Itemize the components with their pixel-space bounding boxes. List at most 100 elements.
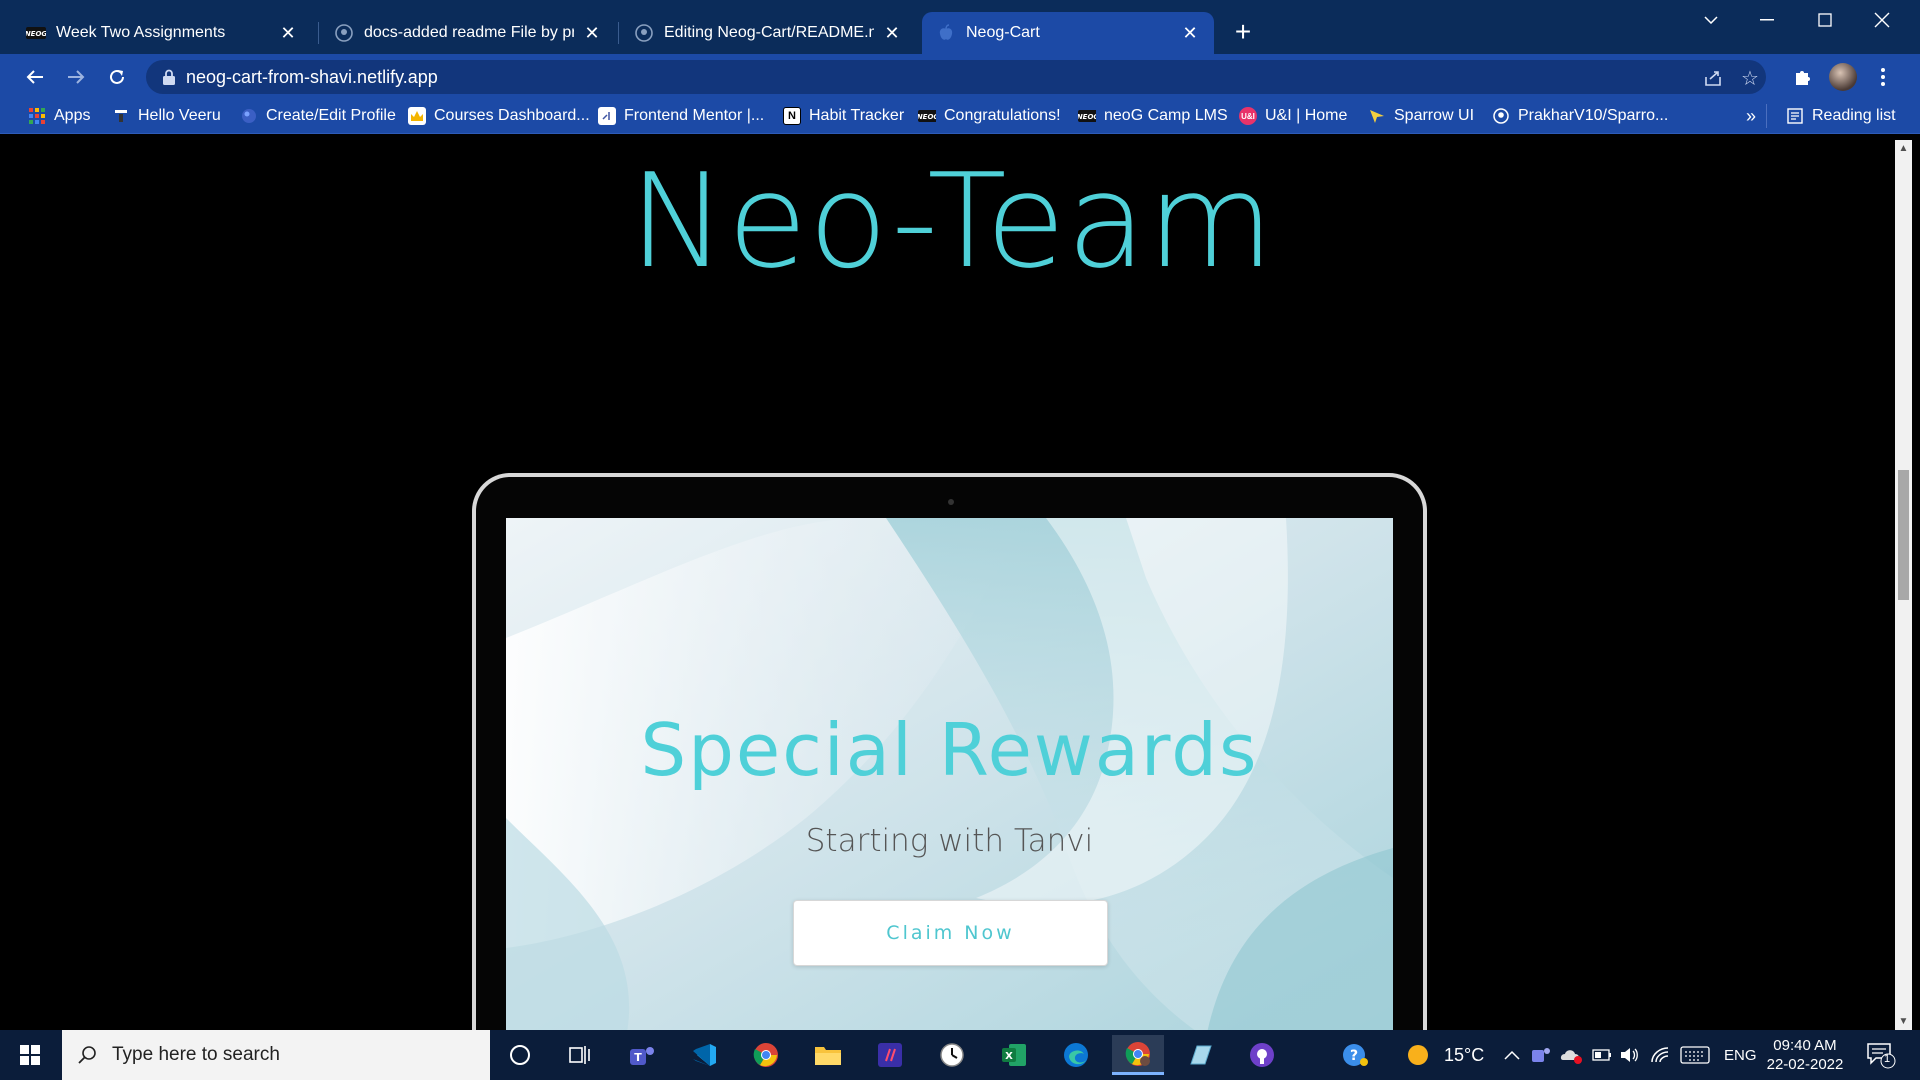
excel-icon[interactable]: X: [988, 1035, 1040, 1075]
bookmark-neog-camp-lms[interactable]: NEOG neoG Camp LMS: [1078, 105, 1228, 127]
address-bar[interactable]: neog-cart-from-shavi.netlify.app ☆: [146, 60, 1766, 94]
vscode-icon[interactable]: [678, 1035, 730, 1075]
snipping-tool-icon[interactable]: [1174, 1035, 1226, 1075]
github-desktop-icon[interactable]: [1236, 1035, 1288, 1075]
tab-search-chevron-icon[interactable]: [1691, 6, 1731, 34]
page-scrollbar[interactable]: ▲ ▼: [1895, 140, 1912, 1030]
tab-separator: [618, 22, 619, 44]
keyboard-icon[interactable]: [1680, 1030, 1710, 1080]
kebab-menu-icon[interactable]: [1868, 62, 1898, 92]
scroll-thumb[interactable]: [1898, 470, 1909, 600]
notification-count: 1: [1884, 1053, 1891, 1065]
svg-text:NEOG: NEOG: [918, 113, 936, 121]
lock-icon: [163, 69, 175, 85]
close-window-button[interactable]: [1862, 6, 1902, 34]
weather-temperature[interactable]: 15°C: [1444, 1030, 1484, 1080]
github-icon: [634, 23, 654, 43]
tab-week-two-assignments[interactable]: NEOG Week Two Assignments ✕: [12, 12, 312, 54]
scroll-down-arrow-icon[interactable]: ▼: [1895, 1013, 1912, 1030]
tab-docs-readme[interactable]: docs-added readme File by prath ✕: [320, 12, 616, 54]
help-icon[interactable]: ?: [1342, 1030, 1370, 1080]
taskbar-search-box[interactable]: Type here to search: [62, 1030, 490, 1080]
bookmark-apps[interactable]: Apps: [28, 105, 90, 127]
bookmark-habit-tracker[interactable]: N Habit Tracker: [783, 105, 904, 127]
edge-icon[interactable]: [1050, 1035, 1102, 1075]
chrome-icon[interactable]: [740, 1035, 792, 1075]
globe-icon: [240, 107, 258, 125]
wifi-icon[interactable]: [1650, 1030, 1670, 1080]
bookmark-label: neoG Camp LMS: [1104, 107, 1228, 124]
reading-list-icon: [1786, 107, 1804, 125]
extensions-puzzle-icon[interactable]: [1788, 62, 1818, 92]
maximize-button[interactable]: [1805, 6, 1845, 34]
tab-neog-cart[interactable]: Neog-Cart ✕: [922, 12, 1214, 54]
minimize-button[interactable]: [1747, 6, 1787, 34]
rewards-heading: Special Rewards: [640, 708, 1259, 792]
bookmark-sparrow-ui[interactable]: Sparrow UI: [1368, 105, 1474, 127]
bookmark-label: Courses Dashboard...: [434, 107, 590, 124]
profile-avatar[interactable]: [1829, 63, 1857, 91]
teams-icon[interactable]: T: [616, 1035, 668, 1075]
close-tab-icon[interactable]: ✕: [1180, 23, 1200, 43]
bookmark-label: Hello Veeru: [138, 107, 221, 124]
volume-icon[interactable]: [1620, 1030, 1640, 1080]
notification-center-icon[interactable]: 1: [1866, 1040, 1896, 1070]
tab-separator: [318, 22, 319, 44]
frontend-mentor-icon: [598, 107, 616, 125]
rewards-subtitle: Starting with Tanvi: [805, 823, 1094, 859]
bookmark-courses-dashboard[interactable]: Courses Dashboard...: [408, 105, 590, 127]
bookmark-hello-veeru[interactable]: Hello Veeru: [112, 105, 221, 127]
tab-title: Neog-Cart: [966, 24, 1040, 41]
bookmark-label: Habit Tracker: [809, 107, 905, 124]
new-tab-button[interactable]: +: [1228, 18, 1258, 48]
bookmark-prakharv10-sparrow[interactable]: PrakharV10/Sparro...: [1492, 105, 1668, 127]
page-viewport: Neo-Team Special Rewards Starting with T…: [9, 140, 1895, 1030]
crown-icon: [408, 107, 426, 125]
bookmark-label: Create/Edit Profile: [266, 107, 396, 124]
task-view-icon[interactable]: [554, 1035, 606, 1075]
system-clock[interactable]: 09:40 AM 22-02-2022: [1760, 1036, 1850, 1074]
file-explorer-icon[interactable]: [802, 1035, 854, 1075]
bookmark-congratulations[interactable]: NEOG Congratulations!: [918, 105, 1061, 127]
browser-toolbar: neog-cart-from-shavi.netlify.app ☆: [0, 54, 1920, 98]
chrome-profile-icon[interactable]: [1112, 1035, 1164, 1075]
bookmark-ui-home[interactable]: U&I U&I | Home: [1239, 105, 1347, 127]
notion-icon: N: [783, 107, 801, 125]
reading-list-label: Reading list: [1812, 107, 1896, 124]
bookmark-create-edit-profile[interactable]: Create/Edit Profile: [240, 105, 396, 127]
close-tab-icon[interactable]: ✕: [882, 23, 902, 43]
bookmark-frontend-mentor[interactable]: Frontend Mentor |...: [598, 105, 764, 127]
hero-banner: Special Rewards Starting with Tanvi Clai…: [506, 518, 1393, 1030]
claim-now-button[interactable]: Claim Now: [793, 900, 1108, 966]
tab-strip: NEOG Week Two Assignments ✕ docs-added r…: [0, 0, 1920, 54]
input-language[interactable]: ENG: [1724, 1030, 1757, 1080]
bookmark-star-icon[interactable]: ☆: [1738, 66, 1762, 90]
close-tab-icon[interactable]: ✕: [582, 23, 602, 43]
battery-icon[interactable]: [1592, 1030, 1612, 1080]
reload-button[interactable]: [102, 62, 132, 92]
apple-icon: [936, 23, 956, 43]
reading-list-button[interactable]: Reading list: [1786, 105, 1896, 127]
forward-button[interactable]: [61, 62, 91, 92]
code-editor-icon[interactable]: [864, 1035, 916, 1075]
close-tab-icon[interactable]: ✕: [278, 23, 298, 43]
tab-editing-readme[interactable]: Editing Neog-Cart/README.md a ✕: [620, 12, 916, 54]
scroll-up-arrow-icon[interactable]: ▲: [1895, 140, 1912, 157]
clock-app-icon[interactable]: [926, 1035, 978, 1075]
weather-sun-icon[interactable]: [1406, 1030, 1430, 1080]
onedrive-error-icon[interactable]: [1560, 1030, 1584, 1080]
neog-logo-icon: NEOG: [1078, 107, 1096, 125]
ui-logo-icon: U&I: [1239, 107, 1257, 125]
laptop-camera: [948, 499, 954, 505]
cortana-icon[interactable]: [494, 1035, 546, 1075]
bookmark-divider: [1766, 104, 1767, 128]
tray-chevron-up-icon[interactable]: [1504, 1030, 1520, 1080]
share-icon[interactable]: [1702, 66, 1726, 90]
teams-tray-icon[interactable]: [1530, 1030, 1552, 1080]
back-button[interactable]: [20, 62, 50, 92]
svg-text:NEOG: NEOG: [1078, 113, 1096, 121]
clock-date: 22-02-2022: [1766, 1056, 1844, 1073]
windows-start-icon[interactable]: [8, 1038, 52, 1072]
bookmarks-overflow-button[interactable]: »: [1746, 105, 1756, 127]
bookmark-label: Congratulations!: [944, 107, 1061, 124]
